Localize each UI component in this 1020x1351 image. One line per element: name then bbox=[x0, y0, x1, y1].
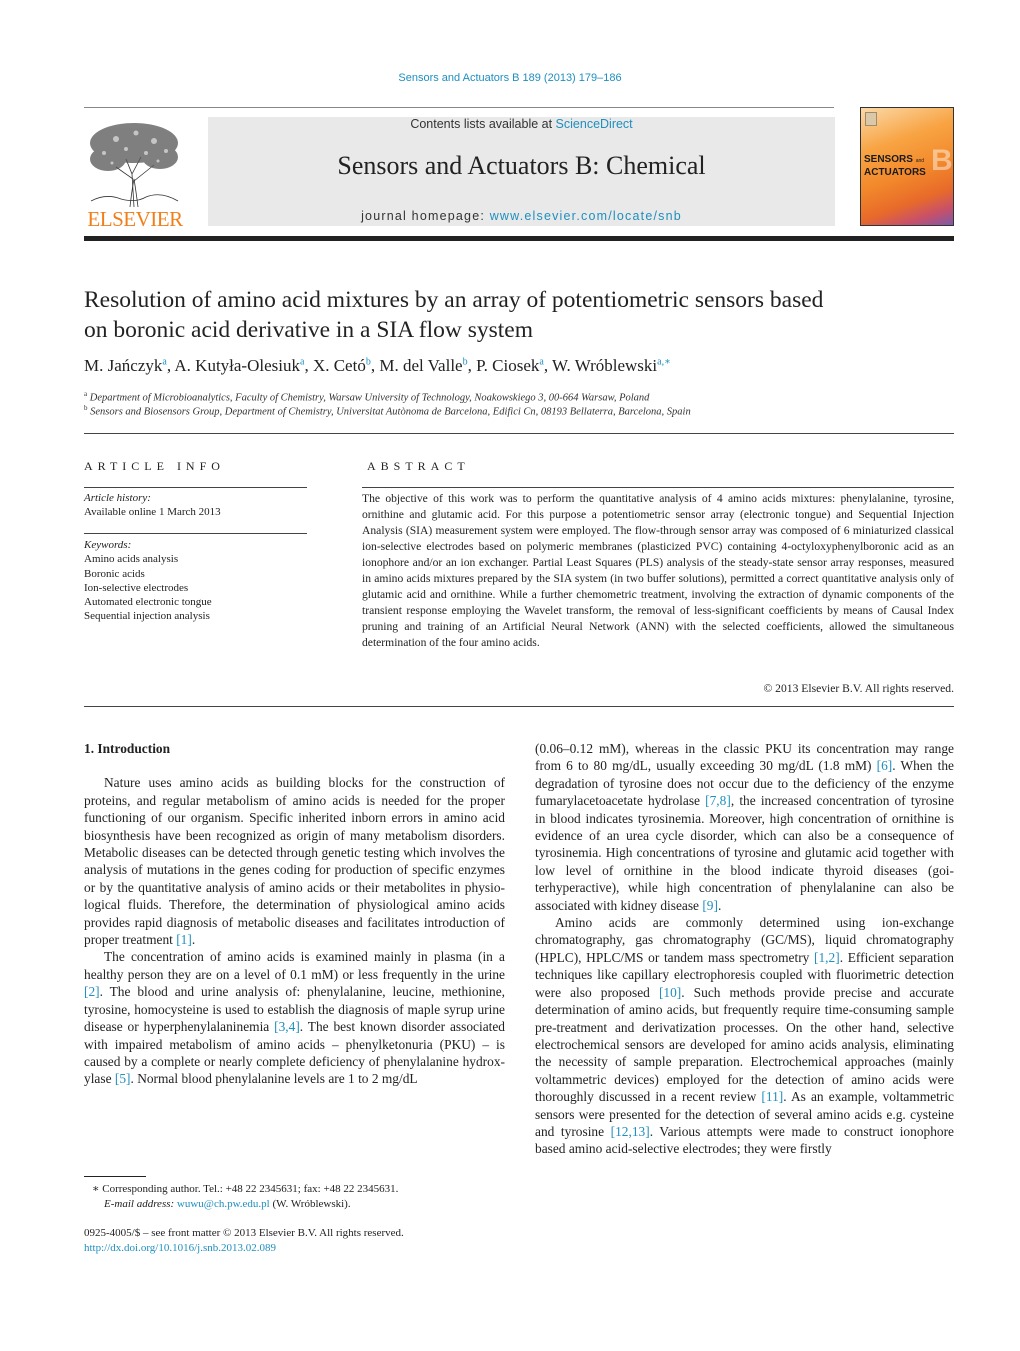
left-paragraphs: Nature uses amino acids as building bloc… bbox=[84, 774, 505, 1087]
header-thick-rule bbox=[84, 236, 954, 241]
homepage-prefix: journal homepage: bbox=[361, 209, 490, 223]
section-rule bbox=[84, 433, 954, 434]
corresponding-author-footnote: ∗ Corresponding author. Tel.: +48 22 234… bbox=[92, 1182, 512, 1212]
body-paragraph: Amino acids are commonly determined usin… bbox=[535, 915, 955, 1157]
author-name[interactable]: M. Jańczyk bbox=[84, 356, 162, 375]
journal-cover-image[interactable]: SENSORS and ACTUATORS B bbox=[860, 107, 954, 226]
front-matter: 0925-4005/$ – see front matter © 2013 El… bbox=[84, 1226, 514, 1256]
article-info-heading: ARTICLE INFO bbox=[84, 459, 225, 473]
keyword-item: Boronic acids bbox=[84, 567, 145, 580]
article-history: Article history: Available online 1 Marc… bbox=[84, 491, 309, 519]
author-name[interactable]: X. Cetó bbox=[313, 356, 366, 375]
affiliation-mark: b bbox=[84, 404, 88, 412]
affiliation-b: b Sensors and Biosensors Group, Departme… bbox=[84, 404, 954, 418]
author-separator: , bbox=[467, 356, 477, 375]
journal-header-box: Contents lists available at ScienceDirec… bbox=[208, 117, 835, 226]
abstract-rule bbox=[362, 487, 954, 488]
elsevier-tree-icon bbox=[90, 123, 179, 207]
reference-link[interactable]: [9] bbox=[702, 898, 718, 913]
contents-prefix: Contents lists available at bbox=[410, 117, 556, 131]
right-paragraphs: (0.06–0.12 mM), whereas in the classic P… bbox=[535, 740, 954, 1158]
title-line-2: on boronic acid derivative in a SIA flow… bbox=[84, 317, 534, 343]
affiliation-text: Sensors and Biosensors Group, Department… bbox=[90, 406, 691, 418]
reference-link[interactable]: [5] bbox=[115, 1071, 131, 1086]
author-separator: , bbox=[304, 356, 313, 375]
author-name[interactable]: A. Kutyła-Olesiuk bbox=[174, 356, 300, 375]
author-name[interactable]: M. del Valle bbox=[379, 356, 462, 375]
cover-line1: SENSORS bbox=[864, 154, 913, 165]
cover-title: SENSORS and ACTUATORS bbox=[864, 154, 926, 178]
cover-big-letter: B bbox=[931, 144, 953, 177]
article-history-value: Available online 1 March 2013 bbox=[84, 506, 221, 518]
article-history-label: Article history: bbox=[84, 492, 151, 504]
abstract-text: The objective of this work was to perfor… bbox=[362, 492, 954, 649]
reference-link[interactable]: [2] bbox=[84, 984, 100, 999]
reference-link[interactable]: [6] bbox=[877, 758, 893, 773]
keyword-item: Amino acids analysis bbox=[84, 553, 179, 566]
reference-link[interactable]: [7,8] bbox=[705, 793, 731, 808]
email-label: E-mail address: bbox=[104, 1198, 177, 1210]
author-email-link[interactable]: wuwu@ch.pw.edu.pl bbox=[177, 1198, 270, 1210]
body-column-left: 1. Introduction Nature uses amino acids … bbox=[84, 740, 505, 1088]
journal-citation-link[interactable]: Sensors and Actuators B 189 (2013) 179–1… bbox=[0, 72, 1020, 84]
footnote-corresponding: Corresponding author. Tel.: +48 22 23456… bbox=[102, 1183, 399, 1195]
body-paragraph: (0.06–0.12 mM), whereas in the classic P… bbox=[535, 741, 954, 913]
homepage-line: journal homepage: www.elsevier.com/locat… bbox=[208, 209, 835, 223]
header-rule bbox=[84, 107, 834, 108]
affiliation-text: Department of Microbioanalytics, Faculty… bbox=[89, 392, 650, 404]
body-column-right: (0.06–0.12 mM), whereas in the classic P… bbox=[535, 740, 954, 1158]
keywords: Keywords: Amino acids analysis Boronic a… bbox=[84, 538, 309, 624]
article-info-rule bbox=[84, 533, 307, 534]
section-heading-introduction: 1. Introduction bbox=[84, 741, 171, 756]
email-suffix: (W. Wróblewski). bbox=[269, 1198, 351, 1210]
keywords-label: Keywords: bbox=[84, 539, 132, 551]
author-separator: , bbox=[543, 356, 553, 375]
abstract-bottom-rule bbox=[84, 706, 954, 707]
issn-line: 0925-4005/$ – see front matter © 2013 El… bbox=[84, 1227, 404, 1239]
body-paragraph: Nature uses amino acids as building bloc… bbox=[84, 775, 505, 948]
elsevier-wordmark: ELSEVIER bbox=[87, 207, 183, 231]
author-list: M. Jańczyka, A. Kutyła-Olesiuka, X. Cetó… bbox=[84, 356, 954, 376]
keyword-item: Ion-selective electrodes bbox=[84, 581, 189, 594]
reference-link[interactable]: [10] bbox=[659, 985, 681, 1000]
abstract-copyright: © 2013 Elsevier B.V. All rights reserved… bbox=[763, 682, 954, 695]
title-line-1: Resolution of amino acid mixtures by an … bbox=[84, 287, 824, 313]
author-name[interactable]: P. Ciosek bbox=[476, 356, 539, 375]
elsevier-logo: ELSEVIER bbox=[84, 115, 186, 231]
reference-link[interactable]: [11] bbox=[761, 1089, 783, 1104]
abstract-heading: ABSTRACT bbox=[367, 459, 470, 473]
reference-link[interactable]: [3,4] bbox=[274, 1019, 300, 1034]
reference-link[interactable]: [12,13] bbox=[611, 1124, 650, 1139]
sciencedirect-link[interactable]: ScienceDirect bbox=[556, 117, 633, 131]
reference-link[interactable]: [1] bbox=[176, 932, 192, 947]
body-paragraph: The concentration of amino acids is exam… bbox=[84, 949, 506, 1087]
journal-title: Sensors and Actuators B: Chemical bbox=[337, 151, 706, 180]
cover-publisher-mark-icon bbox=[865, 112, 877, 126]
article-title: Resolution of amino acid mixtures by an … bbox=[84, 285, 954, 345]
journal-homepage-link[interactable]: www.elsevier.com/locate/snb bbox=[490, 209, 682, 223]
keyword-item: Sequential injection analysis bbox=[84, 610, 210, 623]
reference-link[interactable]: [1,2] bbox=[814, 950, 840, 965]
keyword-item: Automated electronic tongue bbox=[84, 596, 212, 609]
doi-link[interactable]: http://dx.doi.org/10.1016/j.snb.2013.02.… bbox=[84, 1242, 276, 1254]
article-info-rule bbox=[84, 487, 307, 488]
affiliation-mark: a bbox=[84, 390, 88, 398]
footnote-mark: ∗ bbox=[92, 1183, 100, 1195]
affiliation-a: a Department of Microbioanalytics, Facul… bbox=[84, 390, 954, 404]
contents-line: Contents lists available at ScienceDirec… bbox=[208, 117, 835, 131]
footnote-rule bbox=[84, 1176, 146, 1177]
cover-and: and bbox=[915, 158, 925, 164]
author-name[interactable]: W. Wróblewski bbox=[552, 356, 657, 375]
cover-line2: ACTUATORS bbox=[864, 167, 926, 178]
author-affiliation-mark[interactable]: a,∗ bbox=[657, 356, 671, 367]
